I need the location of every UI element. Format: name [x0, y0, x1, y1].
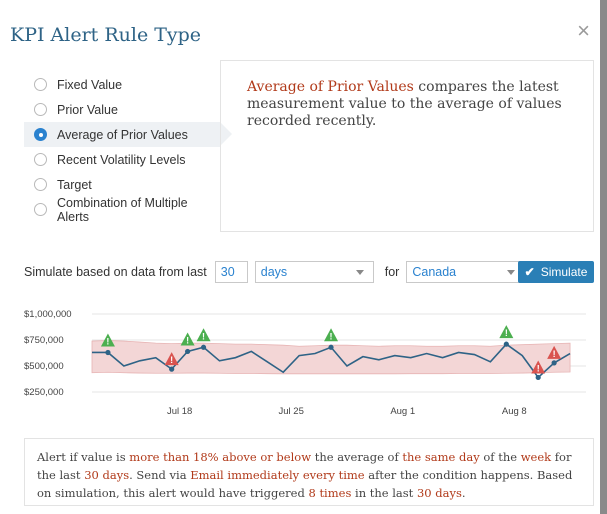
- alert-point: [200, 344, 207, 350]
- for-label: for: [384, 265, 400, 279]
- radio-icon: [34, 153, 47, 166]
- alert-exclamation: !: [330, 331, 333, 341]
- radio-icon: [34, 78, 47, 91]
- y-tick-label: $750,000: [24, 335, 64, 346]
- x-tick-label: Aug 1: [390, 406, 415, 417]
- region-select[interactable]: Canada: [406, 261, 526, 283]
- summary-text: . Send via: [129, 468, 191, 482]
- region-value: Canada: [412, 265, 457, 279]
- summary-text: in the last: [351, 486, 417, 500]
- option-label: Average of Prior Values: [57, 127, 188, 142]
- summary-text: .: [461, 486, 466, 500]
- simulate-label: Simulate based on data from last: [24, 265, 207, 279]
- alert-exclamation: !: [505, 328, 508, 338]
- x-tick-label: Aug 8: [502, 406, 527, 417]
- alert-summary: Alert if value is more than 18% above or…: [24, 438, 594, 506]
- option-label: Combination of Multiple Alerts: [57, 195, 188, 224]
- alert-point: [105, 349, 111, 356]
- option-label: Fixed Value: [57, 77, 123, 92]
- summary-text: the average of: [311, 450, 403, 464]
- radio-selected-icon: [34, 128, 47, 141]
- option-label: Recent Volatility Levels: [57, 152, 186, 167]
- alert-point: [328, 344, 334, 350]
- radio-icon: [34, 103, 47, 116]
- x-tick-label: Jul 25: [279, 406, 304, 417]
- option-combination[interactable]: Combination of Multiple Alerts: [24, 195, 220, 224]
- close-icon[interactable]: ×: [577, 20, 590, 42]
- period-unit-value: days: [260, 265, 288, 279]
- x-tick-label: Jul 18: [167, 406, 192, 417]
- summary-highlight: the same day: [402, 450, 480, 464]
- chevron-down-icon: [507, 270, 516, 275]
- alert-point: [503, 341, 509, 347]
- summary-highlight: 8 times: [308, 486, 352, 500]
- y-tick-label: $1,000,000: [24, 309, 72, 320]
- alert-point: [185, 348, 191, 355]
- check-icon: ✔: [524, 265, 535, 279]
- alert-exclamation: !: [537, 363, 540, 373]
- modal-title: KPI Alert Rule Type: [10, 24, 202, 46]
- simulate-button[interactable]: ✔ Simulate: [518, 261, 594, 283]
- alert-rule-modal: KPI Alert Rule Type × Fixed Value Prior …: [0, 0, 600, 514]
- y-tick-label: $250,000: [24, 387, 64, 398]
- option-prior-value[interactable]: Prior Value: [24, 97, 220, 122]
- summary-highlight: more than 18% above or below: [129, 450, 312, 464]
- radio-icon: [34, 178, 47, 191]
- simulate-row: Simulate based on data from last 30 days…: [24, 261, 594, 283]
- summary-highlight: 30 days: [416, 486, 462, 500]
- summary-highlight: week: [520, 450, 552, 464]
- period-unit-select[interactable]: days: [254, 261, 374, 283]
- alert-point: [551, 360, 557, 366]
- alert-exclamation: !: [553, 349, 556, 359]
- alert-point: [169, 366, 175, 372]
- days-count-input[interactable]: 30: [214, 261, 248, 283]
- summary-highlight: Email immediately every time: [190, 468, 365, 482]
- radio-icon: [34, 203, 47, 216]
- option-fixed-value[interactable]: Fixed Value: [24, 72, 220, 97]
- option-recent-volatility[interactable]: Recent Volatility Levels: [24, 147, 220, 172]
- option-label: Prior Value: [57, 102, 118, 117]
- rule-type-options: Fixed Value Prior Value Average of Prior…: [24, 72, 232, 224]
- simulate-button-label: Simulate: [540, 265, 588, 279]
- y-tick-label: $500,000: [24, 361, 64, 372]
- alert-exclamation: !: [202, 331, 205, 341]
- summary-text: Alert if value is: [37, 450, 130, 464]
- option-average-prior-values[interactable]: Average of Prior Values: [24, 122, 232, 147]
- summary-text: of the: [479, 450, 521, 464]
- summary-highlight: 30 days: [84, 468, 130, 482]
- rule-description: Average of Prior Values compares the lat…: [220, 60, 594, 232]
- option-label: Target: [57, 177, 92, 192]
- alert-exclamation: !: [170, 355, 173, 365]
- alert-exclamation: !: [186, 335, 189, 345]
- option-target[interactable]: Target: [24, 172, 220, 197]
- alert-exclamation: !: [106, 336, 109, 346]
- chevron-down-icon: [355, 270, 364, 275]
- alert-point: [535, 374, 541, 381]
- simulation-chart: $1,000,000 $750,000 $500,000 $250,000 Jul 18…: [24, 309, 586, 417]
- description-highlight: Average of Prior Values: [247, 79, 414, 95]
